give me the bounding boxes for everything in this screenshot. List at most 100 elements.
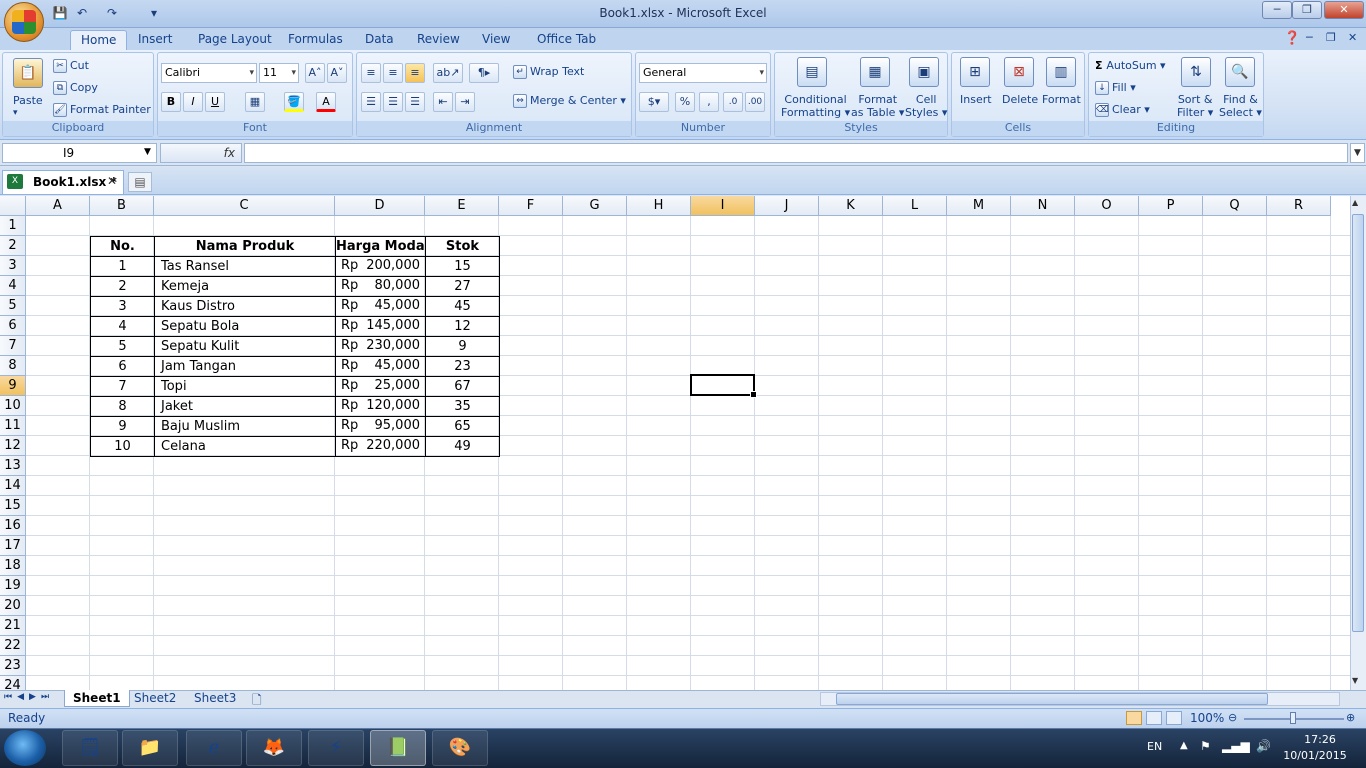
table-cell-currency[interactable]: Rp <box>335 316 365 336</box>
row-header-22[interactable]: 22 <box>0 636 26 656</box>
sheet-tab-3[interactable]: Sheet3 <box>186 690 244 707</box>
table-cell-harga[interactable]: 25,000 <box>365 376 425 396</box>
format-as-table-button[interactable]: Format as Table ▾ <box>851 93 904 119</box>
paste-dropdown-icon[interactable]: ▾ <box>13 108 18 118</box>
column-header-O[interactable]: O <box>1075 196 1139 216</box>
tab-insert[interactable]: Insert <box>128 30 182 50</box>
font-name-combo[interactable]: Calibri <box>161 63 257 83</box>
wrap-text-button[interactable]: ↵ Wrap Text <box>513 65 584 79</box>
column-header-C[interactable]: C <box>154 196 335 216</box>
row-header-16[interactable]: 16 <box>0 516 26 536</box>
network-icon[interactable]: ▂▄▆ <box>1222 739 1250 753</box>
horizontal-scroll-thumb[interactable] <box>836 693 1268 705</box>
page-break-view-icon[interactable] <box>1166 711 1182 725</box>
grow-font-icon[interactable]: A˄ <box>305 63 325 83</box>
action-center-icon[interactable]: ⚑ <box>1200 739 1211 753</box>
column-header-Q[interactable]: Q <box>1203 196 1267 216</box>
decrease-decimal-icon[interactable]: .00 <box>745 92 765 112</box>
minimize-button[interactable]: ─ <box>1262 1 1292 19</box>
volume-icon[interactable]: 🔊 <box>1256 739 1271 753</box>
sticky-notes-icon[interactable]: 🗒 <box>62 730 118 766</box>
table-cell-no[interactable]: 1 <box>90 256 155 277</box>
number-format-combo[interactable]: General <box>639 63 767 83</box>
table-cell-no[interactable]: 7 <box>90 376 155 397</box>
row-header-4[interactable]: 4 <box>0 276 26 296</box>
tray-arrow-icon[interactable]: ▲ <box>1180 740 1188 751</box>
column-header-D[interactable]: D <box>335 196 425 216</box>
vertical-scroll-thumb[interactable] <box>1352 214 1364 632</box>
table-cell-no[interactable]: 2 <box>90 276 155 297</box>
column-header-L[interactable]: L <box>883 196 947 216</box>
autosum-button[interactable]: Σ AutoSum ▾ <box>1095 59 1166 72</box>
conditional-formatting-button[interactable]: Conditional Formatting ▾ <box>781 93 850 119</box>
row-header-12[interactable]: 12 <box>0 436 26 456</box>
merge-center-button[interactable]: ⇔ Merge & Center ▾ <box>513 94 626 108</box>
column-header-E[interactable]: E <box>425 196 499 216</box>
office-button[interactable] <box>4 2 44 42</box>
row-header-13[interactable]: 13 <box>0 456 26 476</box>
help-icon[interactable]: ❓ <box>1284 31 1300 46</box>
table-cell-stok[interactable]: 65 <box>425 416 500 437</box>
table-cell-stok[interactable]: 9 <box>425 336 500 357</box>
table-cell-harga[interactable]: 120,000 <box>365 396 425 416</box>
row-header-8[interactable]: 8 <box>0 356 26 376</box>
spreadsheet-grid[interactable]: A B C D E F G H I J K L M N O P Q R 1 2 3 4 5 6 7 8 9 10 11 12 13 14 15 1… <box>0 196 1350 690</box>
normal-view-icon[interactable] <box>1126 711 1142 725</box>
table-cell-currency[interactable]: Rp <box>335 296 365 316</box>
clock-date[interactable]: 10/01/2015 <box>1280 749 1350 762</box>
align-right-icon[interactable]: ☰ <box>405 92 425 112</box>
increase-indent-icon[interactable]: ⇥ <box>455 92 475 112</box>
table-cell-stok[interactable]: 15 <box>425 256 500 277</box>
zoom-slider-thumb[interactable] <box>1290 712 1296 724</box>
table-cell-stok[interactable]: 35 <box>425 396 500 417</box>
increase-decimal-icon[interactable]: .0 <box>723 92 743 112</box>
scroll-down-icon[interactable]: ▼ <box>1352 676 1358 685</box>
fill-button[interactable]: ↓ Fill ▾ <box>1095 81 1136 95</box>
sort-filter-button[interactable]: Sort & Filter ▾ <box>1177 93 1213 119</box>
table-cell-currency[interactable]: Rp <box>335 436 365 456</box>
language-indicator[interactable]: EN <box>1147 740 1162 753</box>
tab-page-layout[interactable]: Page Layout <box>188 30 282 50</box>
column-header-A[interactable]: A <box>26 196 90 216</box>
tab-data[interactable]: Data <box>355 30 404 50</box>
row-header-7[interactable]: 7 <box>0 336 26 356</box>
formula-input[interactable] <box>244 143 1348 163</box>
new-document-tab-icon[interactable]: ▤ <box>128 172 152 192</box>
row-header-17[interactable]: 17 <box>0 536 26 556</box>
table-cell-stok[interactable]: 49 <box>425 436 500 457</box>
row-header-3[interactable]: 3 <box>0 256 26 276</box>
clear-button[interactable]: ⌫ Clear ▾ <box>1095 103 1150 117</box>
paint-icon[interactable]: 🎨 <box>432 730 488 766</box>
cut-button[interactable]: ✂ Cut <box>53 59 89 73</box>
name-box-dropdown-icon[interactable]: ▼ <box>144 147 151 157</box>
column-header-F[interactable]: F <box>499 196 563 216</box>
table-cell-produk[interactable]: Topi <box>154 376 336 397</box>
sheet-tab-2[interactable]: Sheet2 <box>126 690 184 707</box>
table-cell-produk[interactable]: Jaket <box>154 396 336 417</box>
row-header-23[interactable]: 23 <box>0 656 26 676</box>
sheet-navigation-icons[interactable]: ⏮◀▶⏭ <box>4 692 54 702</box>
start-button[interactable] <box>4 730 46 766</box>
table-cell-currency[interactable]: Rp <box>335 376 365 396</box>
table-cell-produk[interactable]: Tas Ransel <box>154 256 336 277</box>
table-cell-stok[interactable]: 67 <box>425 376 500 397</box>
percent-icon[interactable]: % <box>675 92 695 112</box>
table-cell-currency[interactable]: Rp <box>335 356 365 376</box>
scroll-up-icon[interactable]: ▲ <box>1352 198 1358 207</box>
font-size-combo[interactable]: 11 <box>259 63 299 83</box>
table-cell-produk[interactable]: Sepatu Kulit <box>154 336 336 357</box>
row-header-5[interactable]: 5 <box>0 296 26 316</box>
row-header-21[interactable]: 21 <box>0 616 26 636</box>
orientation-icon[interactable]: ab↗ <box>433 63 463 83</box>
table-header-stok[interactable]: Stok <box>425 236 500 257</box>
insert-button[interactable]: Insert <box>960 93 992 106</box>
table-cell-stok[interactable]: 27 <box>425 276 500 297</box>
table-cell-no[interactable]: 4 <box>90 316 155 337</box>
paste-button[interactable]: Paste <box>13 94 43 107</box>
table-cell-stok[interactable]: 12 <box>425 316 500 337</box>
table-cell-harga[interactable]: 230,000 <box>365 336 425 356</box>
column-header-K[interactable]: K <box>819 196 883 216</box>
table-cell-no[interactable]: 6 <box>90 356 155 377</box>
table-cell-harga[interactable]: 45,000 <box>365 356 425 376</box>
row-header-6[interactable]: 6 <box>0 316 26 336</box>
